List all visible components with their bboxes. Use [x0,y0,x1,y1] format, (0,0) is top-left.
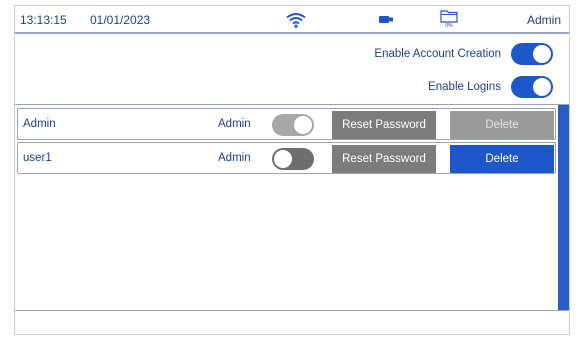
user-management-screen: 13:13:15 01/01/2023 0% Admin Enable Acco… [14,5,570,335]
reset-password-button[interactable]: Reset Password [332,145,436,173]
clock-time: 13:13:15 [20,13,67,27]
user-role: Admin [218,152,251,164]
enable-logins-label: Enable Logins [428,81,501,93]
user-list: Admin Admin Reset Password Delete user1 … [15,104,569,311]
status-bar: 13:13:15 01/01/2023 0% Admin [15,6,569,34]
toggle-knob [533,78,551,96]
user-enabled-toggle [272,114,314,136]
clock-date: 01/01/2023 [90,13,151,27]
delete-button: Delete [450,111,554,139]
wifi-icon [286,13,306,28]
enable-account-creation-label: Enable Account Creation [374,48,501,60]
setting-enable-logins: Enable Logins [428,76,553,98]
enable-logins-toggle[interactable] [511,76,553,98]
usb-drive-icon [379,16,393,23]
setting-enable-account-creation: Enable Account Creation [374,43,553,65]
user-name: user1 [23,152,52,164]
user-role: Admin [218,118,251,130]
table-row: Admin Admin Reset Password Delete [17,108,556,140]
toggle-knob [274,150,292,168]
toggle-knob [533,45,551,63]
scrollbar[interactable] [558,105,569,310]
toggle-knob [294,116,312,134]
storage-folder-icon: 0% [440,9,458,31]
enable-account-creation-toggle[interactable] [511,43,553,65]
storage-percent: 0% [445,23,453,29]
reset-password-button[interactable]: Reset Password [332,111,436,139]
current-user: Admin [526,13,561,27]
table-row: user1 Admin Reset Password Delete [17,142,556,174]
delete-button[interactable]: Delete [450,145,554,173]
user-enabled-toggle[interactable] [272,148,314,170]
user-name: Admin [23,118,56,130]
